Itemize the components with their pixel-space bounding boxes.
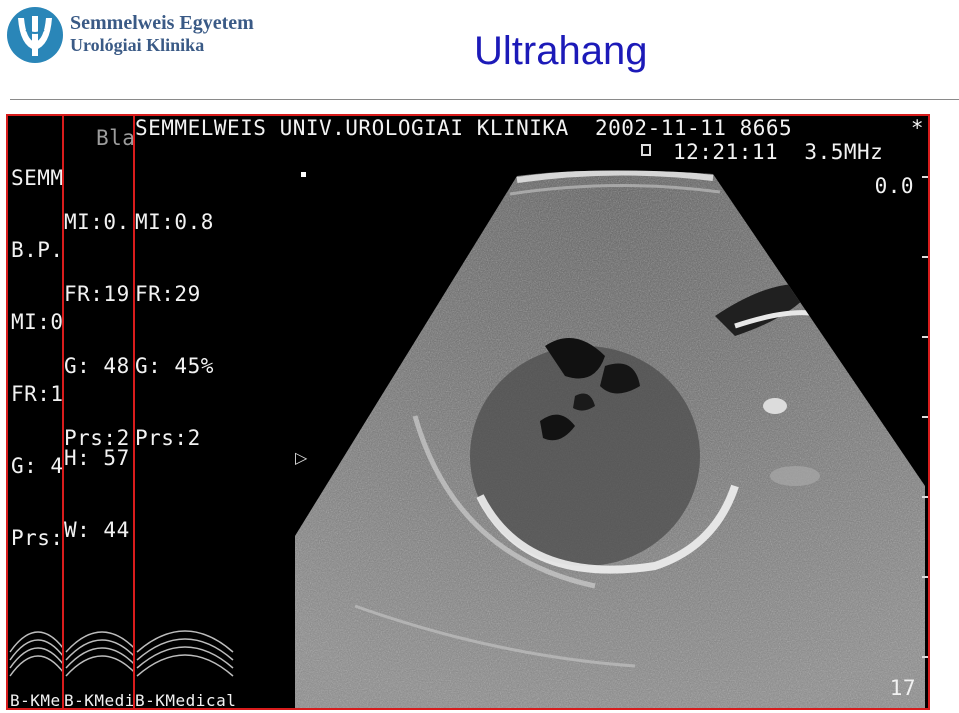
main-param-prs: Prs:2 [135, 426, 201, 450]
asterisk-marker: * [910, 116, 924, 140]
frame1-line: FR:1 [11, 382, 64, 406]
main-param-mi: MI:0.8 [135, 210, 214, 234]
main-params: MI:0.8 FR:29 G: 45% Prs:2 [135, 162, 214, 498]
frame1-line: G: 4 [11, 454, 64, 478]
depth-scale [918, 176, 928, 708]
frame2-line: G: 48 [64, 354, 130, 378]
frame1-probe-arcs [9, 631, 64, 677]
page-title: Ultrahang [474, 29, 648, 73]
main-param-gain: G: 45% [135, 354, 214, 378]
frame2-height: H: 57 [64, 446, 130, 470]
ultrasound-sector-image [295, 170, 925, 708]
header-divider [10, 99, 959, 100]
main-footer: B-KMedical [135, 691, 237, 710]
main-probe-arcs [136, 630, 234, 677]
frame1-line: Prs: [11, 526, 64, 550]
frame2-top-label: Bla [96, 126, 136, 150]
depth-tick [922, 336, 928, 338]
frame2-footer: B-KMedic [64, 691, 138, 710]
frame2-probe-arcs [65, 631, 136, 677]
frame1-line: B.P. [11, 238, 64, 262]
main-header-line-1: SEMMELWEIS UNIV.UROLOGIAI KLINIKA 2002-1… [135, 116, 793, 140]
ultrasound-frame-main: SEMMELWEIS UNIV.UROLOGIAI KLINIKA 2002-1… [133, 114, 930, 710]
depth-tick [922, 256, 928, 258]
depth-tick [922, 416, 928, 418]
frame2-line: MI:0. [64, 210, 130, 234]
depth-tick [922, 496, 928, 498]
frame1-line: MI:0 [11, 310, 64, 334]
university-logo-icon [7, 7, 63, 63]
frame1-line: SEMM [11, 166, 64, 190]
clock-icon [641, 144, 651, 156]
depth-tick [922, 176, 928, 178]
logo-text: Semmelweis Egyetem Urológiai Klinika [70, 12, 254, 56]
ultrasound-frame-1: SEMM B.P. MI:0 FR:1 G: 4 Prs: B-KMe [6, 114, 66, 710]
depth-tick [922, 656, 928, 658]
frame1-params: SEMM B.P. MI:0 FR:1 G: 4 Prs: [11, 118, 64, 598]
frame2-line: FR:19 [64, 282, 130, 306]
frame1-footer: B-KMe [10, 691, 61, 710]
frame2-measurements: H: 57 W: 44 [64, 398, 130, 590]
main-param-fr: FR:29 [135, 282, 201, 306]
depth-tick [922, 576, 928, 578]
frame-number: 17 [889, 676, 916, 700]
ultrasound-frame-2: Bla MI:0. FR:19 G: 48 Prs:2 H: 57 W: 44 … [62, 114, 138, 710]
logo-line-2: Urológiai Klinika [70, 35, 205, 55]
frame2-width: W: 44 [64, 518, 130, 542]
logo-line-1: Semmelweis Egyetem [70, 12, 254, 34]
